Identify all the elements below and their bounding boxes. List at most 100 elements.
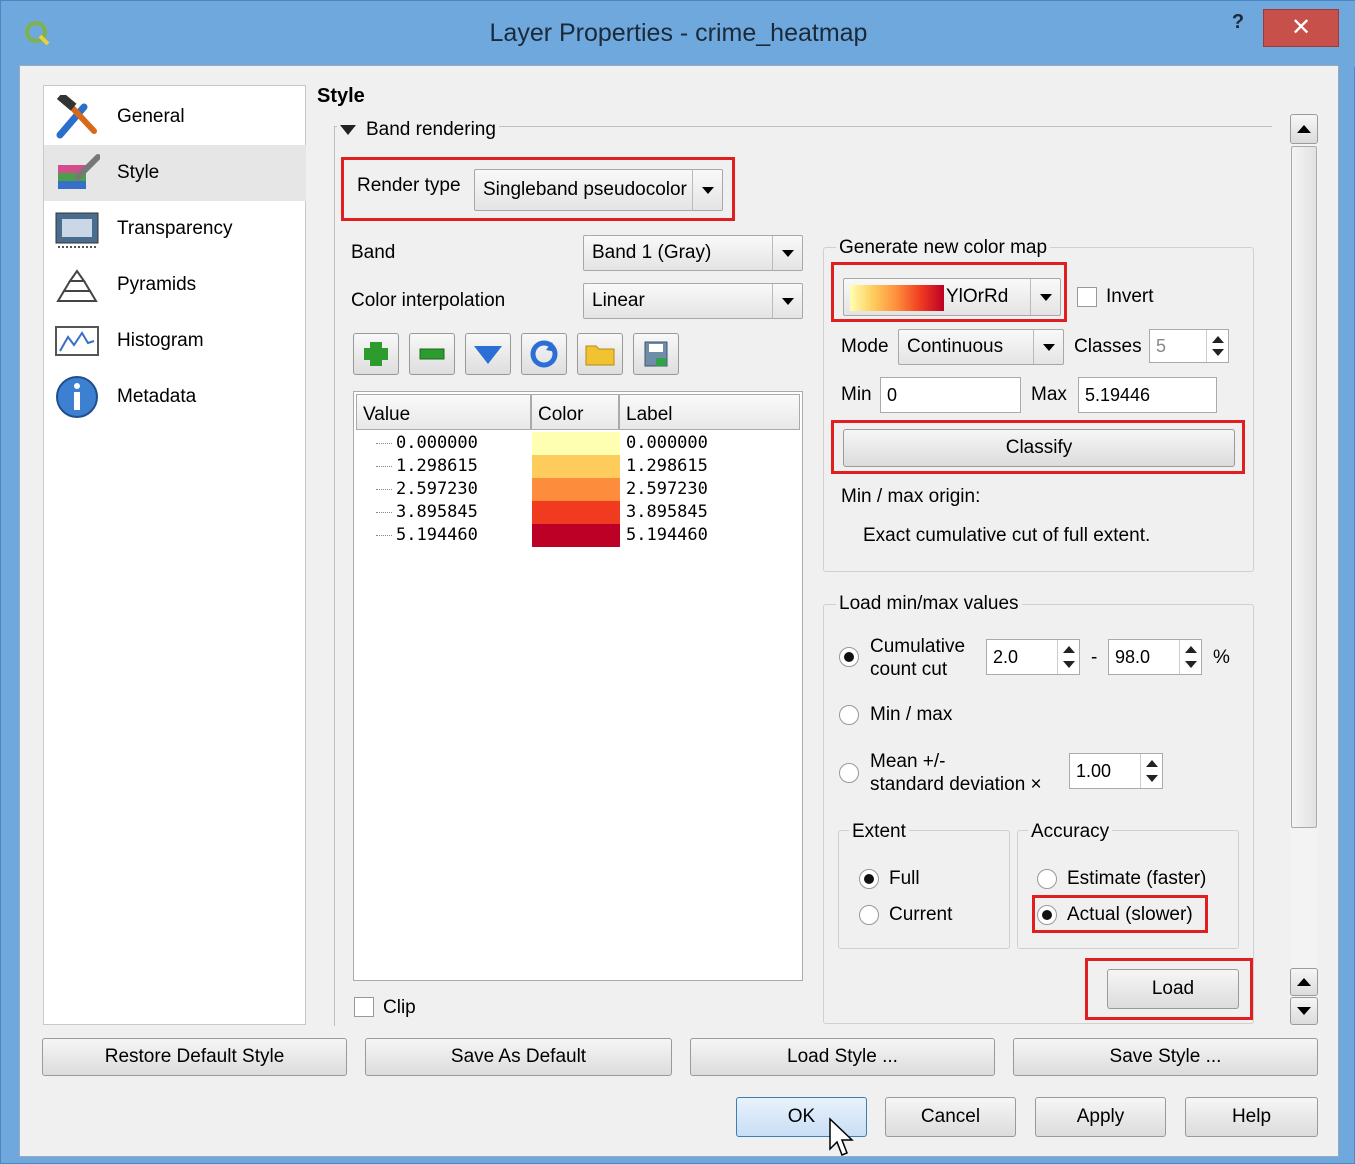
invert-checkbox[interactable] [1077, 287, 1097, 307]
sidebar-item-transparency[interactable]: Transparency [44, 201, 306, 257]
sidebar-item-general[interactable]: General [44, 89, 306, 145]
scrollbar[interactable] [1290, 114, 1318, 1026]
close-button[interactable]: ✕ [1263, 9, 1339, 47]
cumulative-high-value: 98.0 [1115, 646, 1151, 667]
table-row[interactable]: 2.597230 2.597230 [356, 478, 802, 501]
column-header-value[interactable]: Value [356, 394, 531, 430]
mean-stddev-radio[interactable] [839, 763, 859, 783]
sidebar-item-style[interactable]: Style [44, 145, 306, 201]
header-label: Color [538, 404, 584, 425]
sidebar-item-pyramids[interactable]: Pyramids [44, 257, 306, 313]
style-heading: Style [317, 85, 365, 107]
mode-value: Continuous [907, 336, 1004, 357]
scroll-up-small-button[interactable] [1290, 968, 1318, 996]
color-map-table[interactable]: Value Color Label 0.000000 0.000000 1.2986… [353, 391, 803, 981]
stddev-spinbox[interactable]: 1.00 [1069, 753, 1163, 789]
mean-line1: Mean +/- [870, 751, 946, 772]
load-button[interactable]: Load [1107, 969, 1239, 1009]
column-header-color[interactable]: Color [531, 394, 619, 430]
add-entry-button[interactable] [353, 333, 399, 375]
classes-spinbox[interactable]: 5 [1149, 329, 1229, 363]
save-style-button[interactable]: Save Style ... [1013, 1038, 1318, 1076]
mode-select[interactable]: Continuous [898, 329, 1064, 365]
sidebar-item-histogram[interactable]: Histogram [44, 313, 306, 369]
load-from-file-button[interactable] [577, 333, 623, 375]
help-button[interactable]: Help [1185, 1097, 1318, 1137]
apply-button[interactable]: Apply [1035, 1097, 1166, 1137]
export-to-file-button[interactable] [633, 333, 679, 375]
color-interpolation-select[interactable]: Linear [583, 283, 803, 319]
load-style-button[interactable]: Load Style ... [690, 1038, 995, 1076]
cell-label: 0.000000 [626, 433, 708, 453]
render-type-value: Singleband pseudocolor [483, 179, 687, 200]
band-rendering-title[interactable]: Band rendering [337, 119, 499, 141]
min-max-origin-label: Min / max origin: [841, 486, 981, 507]
cell-color-swatch[interactable] [532, 501, 620, 524]
extent-full-radio[interactable] [859, 869, 879, 889]
extent-group [838, 830, 1010, 949]
cell-value: 0.000000 [396, 433, 478, 453]
restore-default-style-button[interactable]: Restore Default Style [42, 1038, 347, 1076]
cumulative-high-spinbox[interactable]: 98.0 [1108, 639, 1202, 675]
sidebar-item-metadata[interactable]: Metadata [44, 369, 306, 425]
mouse-cursor-icon [829, 1117, 854, 1156]
scroll-down-button[interactable] [1290, 997, 1318, 1025]
cumulative-low-spinbox[interactable]: 2.0 [986, 639, 1080, 675]
cell-value: 5.194460 [396, 525, 478, 545]
max-label: Max [1031, 384, 1067, 405]
save-icon [644, 341, 668, 367]
color-interpolation-value: Linear [592, 290, 645, 311]
remove-entry-button[interactable] [409, 333, 455, 375]
sort-button[interactable] [465, 333, 511, 375]
generate-color-map-title: Generate new color map [836, 237, 1051, 259]
accuracy-estimate-radio[interactable] [1037, 869, 1057, 889]
tree-line [376, 535, 392, 536]
color-ramp-select[interactable]: YlOrRd [843, 278, 1061, 316]
tree-line [376, 466, 392, 467]
accuracy-actual-radio[interactable] [1037, 905, 1057, 925]
header-label: Value [363, 404, 411, 425]
color-ramp-name: YlOrRd [946, 286, 1009, 307]
chevron-down-icon [1030, 279, 1060, 315]
column-header-label[interactable]: Label [619, 394, 800, 430]
cell-color-swatch[interactable] [532, 478, 620, 501]
cell-label: 5.194460 [626, 525, 708, 545]
render-type-select[interactable]: Singleband pseudocolor [474, 169, 723, 211]
cell-label: 2.597230 [626, 479, 708, 499]
sidebar-item-label: Histogram [117, 330, 204, 351]
max-input[interactable]: 5.19446 [1078, 377, 1217, 413]
collapse-triangle-icon [340, 125, 356, 135]
band-select[interactable]: Band 1 (Gray) [583, 235, 803, 271]
help-title-button[interactable]: ? [1223, 11, 1253, 41]
mean-line2: standard deviation × [870, 774, 1042, 795]
table-row[interactable]: 3.895845 3.895845 [356, 501, 802, 524]
clip-checkbox[interactable] [354, 997, 374, 1017]
chevron-down-icon [772, 284, 802, 318]
add-icon [364, 342, 388, 366]
min-input[interactable]: 0 [880, 377, 1021, 413]
table-row[interactable]: 5.194460 5.194460 [356, 524, 802, 547]
cell-color-swatch[interactable] [532, 432, 620, 455]
tree-line [376, 489, 392, 490]
cumulative-cut-radio[interactable] [839, 647, 859, 667]
sidebar-item-label: Metadata [117, 386, 197, 407]
cumulative-cut-label: Cumulative count cut [870, 635, 965, 681]
classify-button[interactable]: Classify [843, 429, 1235, 467]
sidebar-item-label: Style [117, 162, 160, 183]
scroll-up-button[interactable] [1290, 114, 1318, 144]
min-label: Min [841, 384, 872, 405]
spinner-arrows-icon [1206, 330, 1228, 362]
load-from-band-button[interactable] [521, 333, 567, 375]
table-row[interactable]: 1.298615 1.298615 [356, 455, 802, 478]
extent-current-radio[interactable] [859, 905, 879, 925]
cancel-button[interactable]: Cancel [885, 1097, 1016, 1137]
cell-color-swatch[interactable] [532, 524, 620, 547]
min-value: 0 [887, 384, 898, 405]
save-as-default-button[interactable]: Save As Default [365, 1038, 672, 1076]
min-max-radio[interactable] [839, 705, 859, 725]
table-row[interactable]: 0.000000 0.000000 [356, 432, 802, 455]
scroll-thumb[interactable] [1291, 146, 1317, 828]
cell-color-swatch[interactable] [532, 455, 620, 478]
info-icon [56, 376, 98, 418]
layer-properties-window: Layer Properties - crime_heatmap ? ✕ Gen… [0, 0, 1355, 1164]
